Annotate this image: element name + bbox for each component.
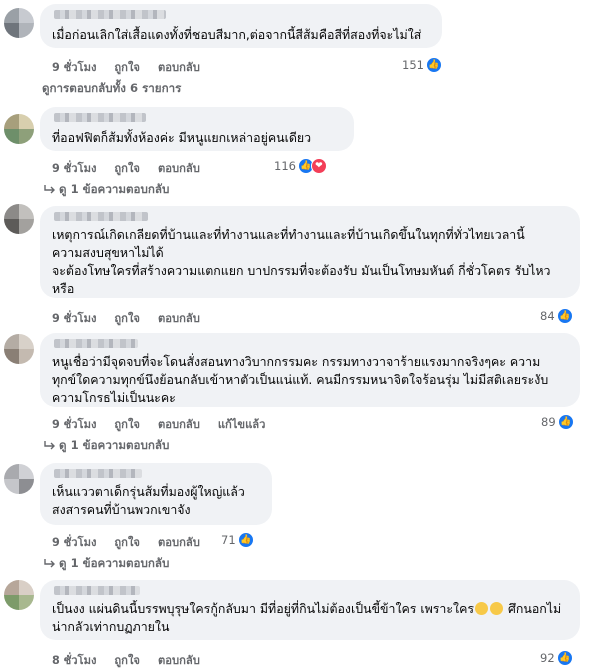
love-icon: ❤ xyxy=(310,158,327,174)
reaction-count[interactable]: 116 👍 ❤ xyxy=(274,158,327,174)
replies-label: ดู 1 ข้อความตอบกลับ xyxy=(59,182,170,196)
comment-bubble: เป็นงง แผ่นดินนี้บรรพบุรุษใครกู้กลับมา ม… xyxy=(40,580,580,640)
confused-face-icon xyxy=(475,602,489,615)
comment-text: เห็นแววตาเด็กรุ่นส้มที่มองผู้ใหญ่แล้ว สง… xyxy=(52,484,245,517)
reaction-count[interactable]: 92 👍 xyxy=(540,650,573,666)
commenter-name[interactable] xyxy=(54,339,138,348)
comment-actions: 9 ชั่วโมง ถูกใจ ตอบกลับ xyxy=(52,309,218,327)
comment-actions: 8 ชั่วโมง ถูกใจ ตอบกลับ xyxy=(52,651,218,669)
replies-label: ดู 1 ข้อความตอบกลับ xyxy=(59,438,170,452)
reply-arrow-icon xyxy=(44,441,55,450)
comment-time[interactable]: 9 ชั่วโมง xyxy=(52,309,96,327)
like-button[interactable]: ถูกใจ xyxy=(114,651,140,669)
comment-text: หนูเชื่อว่ามีจุดจบที่จะโดนสั่งสอนทางวิบา… xyxy=(52,354,553,405)
like-button[interactable]: ถูกใจ xyxy=(114,533,140,551)
comment-time[interactable]: 9 ชั่วโมง xyxy=(52,58,96,76)
confused-face-icon xyxy=(490,602,504,615)
reply-arrow-icon xyxy=(44,185,55,194)
avatar[interactable] xyxy=(4,114,34,144)
reply-arrow-icon xyxy=(44,559,55,568)
reaction-number: 151 xyxy=(402,58,424,72)
comment-text: เมื่อก่อนเลิกใส่เสื้อแดงทั้งที่ชอบสีมาก,… xyxy=(52,27,422,42)
reply-button[interactable]: ตอบกลับ xyxy=(158,58,200,76)
like-button[interactable]: ถูกใจ xyxy=(114,159,140,177)
commenter-name[interactable] xyxy=(54,586,140,595)
reply-button[interactable]: ตอบกลับ xyxy=(158,651,200,669)
reply-button[interactable]: ตอบกลับ xyxy=(158,159,200,177)
view-replies-link[interactable]: ดูการตอบกลับทั้ง 6 รายการ xyxy=(42,80,181,98)
reaction-count[interactable]: 151 👍 xyxy=(402,57,442,73)
reaction-number: 89 xyxy=(541,415,556,429)
reaction-number: 92 xyxy=(540,651,555,665)
avatar[interactable] xyxy=(4,8,34,38)
commenter-name[interactable] xyxy=(54,469,142,478)
reply-button[interactable]: ตอบกลับ xyxy=(158,415,200,433)
comment-bubble: เห็นแววตาเด็กรุ่นส้มที่มองผู้ใหญ่แล้ว สง… xyxy=(40,463,272,525)
comment-bubble: เหตุการณ์เกิดเกลียดที่บ้านและที่ทำงานและ… xyxy=(40,206,580,298)
comment-time[interactable]: 9 ชั่วโมง xyxy=(52,415,96,433)
replies-label: ดู 1 ข้อความตอบกลับ xyxy=(59,556,170,570)
comment-actions: 9 ชั่วโมง ถูกใจ ตอบกลับ xyxy=(52,58,218,76)
avatar[interactable] xyxy=(4,204,34,234)
comment-text: ที่ออฟฟิตก็ส้มทั้งห้องค่ะ มีหนูแยกเหล่าอ… xyxy=(52,130,312,145)
replies-label: ดูการตอบกลับทั้ง 6 รายการ xyxy=(42,81,182,95)
reaction-number: 84 xyxy=(540,309,555,323)
reaction-count[interactable]: 89 👍 xyxy=(541,414,574,430)
like-icon: 👍 xyxy=(556,650,573,666)
avatar[interactable] xyxy=(4,580,34,610)
commenter-name[interactable] xyxy=(54,10,166,19)
view-replies-link[interactable]: ดู 1 ข้อความตอบกลับ xyxy=(44,555,169,573)
commenter-name[interactable] xyxy=(54,212,148,221)
commenter-name[interactable] xyxy=(54,113,146,122)
reaction-number: 116 xyxy=(274,159,296,173)
avatar[interactable] xyxy=(4,464,34,494)
like-icon: 👍 xyxy=(556,308,573,324)
reaction-number: 71 xyxy=(221,533,236,547)
comment-time[interactable]: 9 ชั่วโมง xyxy=(52,159,96,177)
comment-actions: 9 ชั่วโมง ถูกใจ ตอบกลับ xyxy=(52,533,218,551)
comment-text: เหตุการณ์เกิดเกลียดที่บ้านและที่ทำงานและ… xyxy=(52,227,551,296)
like-icon: 👍 xyxy=(425,57,442,73)
comment-bubble: ที่ออฟฟิตก็ส้มทั้งห้องค่ะ มีหนูแยกเหล่าอ… xyxy=(40,107,354,151)
avatar[interactable] xyxy=(4,334,34,364)
comment-actions: 9 ชั่วโมง ถูกใจ ตอบกลับ แก้ไขแล้ว xyxy=(52,415,283,433)
edited-label: แก้ไขแล้ว xyxy=(217,418,266,431)
view-replies-link[interactable]: ดู 1 ข้อความตอบกลับ xyxy=(44,437,169,455)
reply-button[interactable]: ตอบกลับ xyxy=(158,309,200,327)
like-button[interactable]: ถูกใจ xyxy=(114,58,140,76)
reply-button[interactable]: ตอบกลับ xyxy=(158,533,200,551)
reaction-count[interactable]: 71 👍 xyxy=(221,532,254,548)
comment-bubble: หนูเชื่อว่ามีจุดจบที่จะโดนสั่งสอนทางวิบา… xyxy=(40,333,580,407)
like-button[interactable]: ถูกใจ xyxy=(114,415,140,433)
comment-actions: 9 ชั่วโมง ถูกใจ ตอบกลับ xyxy=(52,159,218,177)
like-icon: 👍 xyxy=(237,532,254,548)
like-icon: 👍 xyxy=(557,414,574,430)
like-button[interactable]: ถูกใจ xyxy=(114,309,140,327)
comment-bubble: เมื่อก่อนเลิกใส่เสื้อแดงทั้งที่ชอบสีมาก,… xyxy=(40,4,442,48)
reaction-count[interactable]: 84 👍 xyxy=(540,308,573,324)
comment-time[interactable]: 8 ชั่วโมง xyxy=(52,651,96,669)
view-replies-link[interactable]: ดู 1 ข้อความตอบกลับ xyxy=(44,181,169,199)
comment-text-part: เป็นงง แผ่นดินนี้บรรพบุรุษใครกู้กลับมา ม… xyxy=(52,601,475,616)
comment-text: เป็นงง แผ่นดินนี้บรรพบุรุษใครกู้กลับมา ม… xyxy=(52,600,562,636)
comment-time[interactable]: 9 ชั่วโมง xyxy=(52,533,96,551)
